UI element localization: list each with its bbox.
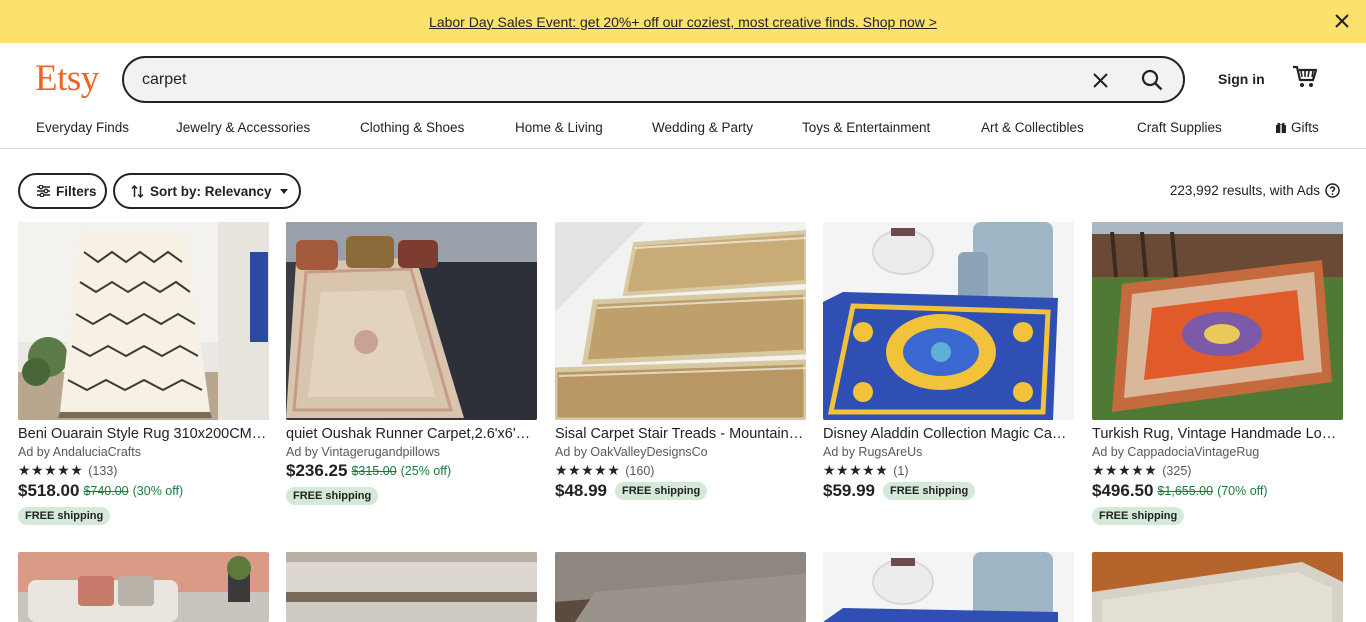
listing-rating: ★★★★★ (1) [823,462,1074,479]
search-input[interactable] [142,70,1042,89]
nav-gifts[interactable]: Gifts [1275,120,1319,135]
gift-icon [1276,122,1286,133]
etsy-logo[interactable]: Etsy [35,57,99,100]
listing-rating: ★★★★★ (133) [18,462,269,479]
listing-shop: Ad by AndaluciaCrafts [18,445,141,459]
listing-price: $48.99 [555,481,607,500]
listing-title[interactable]: Turkish Rug, Vintage Handmade Lo… [1092,426,1343,442]
listing-title[interactable]: quiet Oushak Runner Carpet,2.6'x6'… [286,426,537,442]
free-shipping-badge: FREE shipping [615,482,708,500]
original-price: $1,655.00 [1157,484,1214,498]
listing-rating: ★★★★★ (160) [555,462,806,479]
sort-icon [131,184,144,198]
listing-rating: ★★★★★ (325) [1092,462,1343,479]
listing-title[interactable]: Sisal Carpet Stair Treads - Mountain… [555,426,806,442]
listing-title[interactable]: Disney Aladdin Collection Magic Ca… [823,426,1074,442]
nav-wedding-party[interactable]: Wedding & Party [652,120,753,135]
filters-label: Filters [56,183,97,199]
review-count: (1) [893,463,909,478]
promo-link[interactable]: Labor Day Sales Event: get 20%+ off our … [429,14,937,30]
results-text: 223,992 results, with Ads [1169,183,1320,198]
caret-down-icon [279,188,288,194]
listing-card[interactable] [823,552,1074,622]
listing-price: $496.50 [1092,481,1154,500]
listing-card[interactable]: Turkish Rug, Vintage Handmade Lo… Ad by … [1092,222,1343,525]
help-icon[interactable] [1325,183,1340,198]
price-row: $496.50 $1,655.00 (70% off) [1092,481,1343,501]
listing-image[interactable] [555,222,806,420]
listing-card[interactable] [286,552,537,622]
cart-icon[interactable] [1292,64,1320,92]
listing-image[interactable] [555,552,806,622]
search-bar [122,56,1185,103]
listing-price: $59.99 [823,481,875,500]
nav-craft-supplies[interactable]: Craft Supplies [1137,120,1222,135]
filter-icon [37,185,50,197]
price-row: $59.99 FREE shipping [823,481,1074,501]
results-count: 223,992 results, with Ads [1170,183,1340,198]
free-shipping-badge: FREE shipping [18,507,111,525]
search-icon[interactable] [1139,67,1165,93]
sort-label: Sort by: Relevancy [150,183,272,199]
listing-price: $236.25 [286,461,348,480]
review-count: (325) [1162,463,1192,478]
results-toolbar: Filters Sort by: Relevancy 223,992 resul… [0,173,1366,209]
close-icon[interactable] [1090,70,1110,90]
discount: (70% off) [1217,484,1268,498]
free-shipping-badge: FREE shipping [883,482,976,500]
free-shipping-badge: FREE shipping [1092,507,1185,525]
nav-art-collectibles[interactable]: Art & Collectibles [981,120,1084,135]
listing-image[interactable] [1092,552,1343,622]
promo-banner: Labor Day Sales Event: get 20%+ off our … [0,0,1366,43]
star-rating: ★★★★★ [18,462,84,478]
nav-home-living[interactable]: Home & Living [515,120,603,135]
listing-image[interactable] [823,552,1074,622]
price-row: $236.25 $315.00 (25% off) [286,461,537,481]
sort-button[interactable]: Sort by: Relevancy [113,173,301,209]
star-rating: ★★★★★ [555,462,621,478]
listing-image[interactable] [1092,222,1343,420]
discount: (30% off) [132,484,184,498]
star-rating: ★★★★★ [823,462,889,478]
free-shipping-badge: FREE shipping [286,487,379,505]
category-nav: Everyday Finds Jewelry & Accessories Clo… [0,120,1366,142]
filters-button[interactable]: Filters [18,173,107,209]
star-rating: ★★★★★ [1092,462,1158,478]
listing-image[interactable] [286,222,537,420]
listing-card[interactable]: Sisal Carpet Stair Treads - Mountain… Ad… [555,222,806,501]
original-price: $740.00 [83,484,129,498]
review-count: (160) [625,463,655,478]
listing-image[interactable] [18,552,269,622]
price-row: $48.99 FREE shipping [555,481,806,501]
site-header: Etsy Sign in Everyday Finds Jewelry & Ac… [0,43,1366,149]
original-price: $315.00 [351,464,397,478]
listing-image[interactable] [823,222,1074,420]
listing-shop: Ad by OakValleyDesignsCo [555,445,708,459]
listing-price: $518.00 [18,481,80,500]
listing-shop: Ad by RugsAreUs [823,445,923,459]
listing-card[interactable]: quiet Oushak Runner Carpet,2.6'x6'… Ad b… [286,222,537,505]
listing-image[interactable] [18,222,269,420]
nav-jewelry-accessories[interactable]: Jewelry & Accessories [176,120,310,135]
review-count: (133) [88,463,118,478]
listing-image[interactable] [286,552,537,622]
sign-in-link[interactable]: Sign in [1218,71,1265,87]
listing-shop: Ad by CappadociaVintageRug [1092,445,1260,459]
listing-card[interactable]: Beni Ouarain Style Rug 310x200CM… Ad by … [18,222,269,525]
listing-title[interactable]: Beni Ouarain Style Rug 310x200CM… [18,426,269,442]
nav-toys-entertainment[interactable]: Toys & Entertainment [802,120,930,135]
price-row: $518.00 $740.00 (30% off) [18,481,269,501]
listing-card[interactable]: Disney Aladdin Collection Magic Ca… Ad b… [823,222,1074,501]
listing-card[interactable] [1092,552,1343,622]
listing-shop: Ad by Vintagerugandpillows [286,445,441,459]
listing-card[interactable] [18,552,269,622]
listing-card[interactable] [555,552,806,622]
nav-clothing-shoes[interactable]: Clothing & Shoes [360,120,464,135]
nav-gifts-label: Gifts [1291,120,1319,135]
discount: (25% off) [400,464,452,478]
nav-everyday-finds[interactable]: Everyday Finds [36,120,129,135]
close-icon[interactable] [1332,11,1352,31]
